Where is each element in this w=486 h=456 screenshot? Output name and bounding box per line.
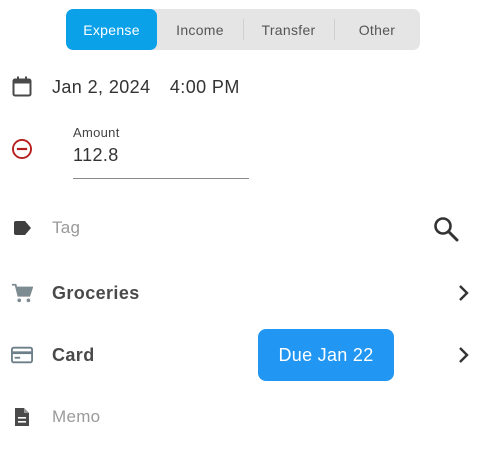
tab-other[interactable]: Other: [334, 9, 420, 50]
transaction-type-selector: Expense Income Transfer Other: [66, 9, 420, 50]
account-row[interactable]: Card Due Jan 22: [0, 329, 486, 381]
tab-transfer[interactable]: Transfer: [243, 9, 334, 50]
calendar-icon: [11, 76, 33, 98]
account-label: Card: [52, 344, 95, 365]
shopping-cart-icon: [11, 282, 33, 304]
tag-input[interactable]: Tag: [52, 218, 80, 238]
amount-field[interactable]: Amount 112.8: [73, 125, 249, 179]
tab-expense[interactable]: Expense: [66, 9, 157, 50]
tab-income[interactable]: Income: [157, 9, 243, 50]
category-row[interactable]: Groceries: [0, 275, 486, 311]
datetime-display: Jan 2, 2024 4:00 PM: [52, 77, 240, 98]
amount-label: Amount: [73, 125, 120, 140]
category-label: Groceries: [52, 282, 140, 303]
time-text[interactable]: 4:00 PM: [170, 77, 240, 97]
memo-row: Memo: [0, 400, 486, 434]
amount-input[interactable]: 112.8: [73, 145, 119, 166]
amount-row: Amount 112.8: [0, 120, 486, 182]
minus-circle-icon[interactable]: [11, 138, 33, 160]
memo-input[interactable]: Memo: [52, 407, 100, 427]
transaction-editor: Expense Income Transfer Other Jan 2, 202…: [0, 0, 486, 456]
datetime-row[interactable]: Jan 2, 2024 4:00 PM: [0, 70, 486, 104]
tag-row: Tag: [0, 208, 486, 248]
chevron-right-icon: [455, 284, 471, 302]
tag-icon: [11, 217, 33, 239]
chevron-right-icon: [455, 346, 471, 364]
document-icon: [11, 406, 33, 428]
date-text[interactable]: Jan 2, 2024: [52, 77, 150, 97]
credit-card-icon: [11, 344, 33, 366]
due-date-badge[interactable]: Due Jan 22: [258, 329, 394, 381]
search-icon[interactable]: [432, 215, 460, 243]
